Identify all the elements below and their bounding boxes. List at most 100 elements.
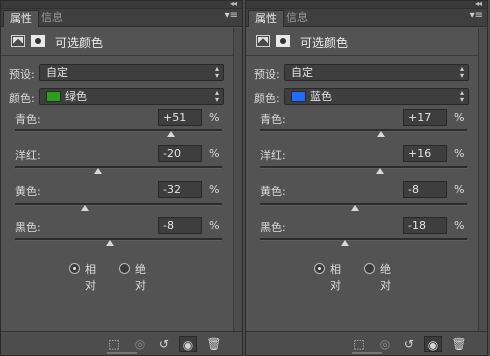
color-value: 绿色: [65, 90, 87, 103]
percent-unit: %: [454, 111, 465, 124]
percent-unit: %: [209, 183, 220, 196]
cyan-slider-track[interactable]: [15, 129, 222, 137]
preset-value: 自定: [46, 66, 68, 79]
black-value-input[interactable]: -8: [158, 217, 202, 234]
cyan-value-input[interactable]: +51: [158, 109, 202, 126]
cyan-label: 青色:: [260, 113, 286, 126]
colors-dropdown[interactable]: 蓝色 ▴ ▾: [284, 88, 469, 105]
panel-scrollbar[interactable]: [233, 28, 242, 331]
yellow-value-input[interactable]: -8: [403, 181, 447, 198]
absolute-radio[interactable]: [364, 263, 375, 274]
magenta-label: 洋红:: [260, 149, 286, 162]
colors-label: 颜色:: [9, 92, 35, 105]
clip-to-layer-icon[interactable]: ⬚: [350, 336, 368, 352]
selective-color-icon[interactable]: [256, 35, 270, 47]
relative-radio[interactable]: [314, 263, 325, 274]
yellow-slider-track[interactable]: [15, 203, 222, 211]
slider-thumb[interactable]: [351, 205, 360, 211]
cyan-slider-track[interactable]: [260, 129, 467, 137]
trash-icon[interactable]: 🗑: [450, 336, 468, 352]
resize-grip[interactable]: [351, 352, 382, 354]
magenta-value-input[interactable]: -20: [158, 145, 202, 162]
black-label: 黑色:: [260, 221, 286, 234]
black-slider-track[interactable]: [15, 238, 222, 246]
panel-footer: ⬚ ◎ ↺ ◉ 🗑: [246, 331, 487, 355]
slider-thumb[interactable]: [81, 205, 90, 211]
dropdown-arrows-icon: ▴ ▾: [459, 64, 464, 80]
tab-properties[interactable]: 属性: [3, 10, 39, 27]
percent-unit: %: [209, 219, 220, 232]
relative-label[interactable]: 相对: [330, 261, 341, 293]
view-previous-state-icon[interactable]: ◎: [131, 336, 149, 352]
adjustment-header: 可选颜色: [246, 28, 487, 56]
tab-bar: 属性 信息 ▾≡: [246, 9, 487, 27]
tab-info[interactable]: 信息: [280, 10, 314, 27]
magenta-label: 洋红:: [15, 149, 41, 162]
dropdown-arrows-icon: ▴ ▾: [214, 88, 219, 104]
cyan-value-input[interactable]: +17: [403, 109, 447, 126]
preset-dropdown[interactable]: 自定 ▴ ▾: [284, 64, 469, 81]
dropdown-arrows-icon: ▴ ▾: [459, 88, 464, 104]
selective-color-icon[interactable]: [11, 35, 25, 47]
layer-mask-icon[interactable]: [31, 35, 45, 47]
preset-value: 自定: [291, 66, 313, 79]
yellow-label: 黄色:: [15, 185, 41, 198]
yellow-slider-track[interactable]: [260, 203, 467, 211]
visibility-eye-icon[interactable]: ◉: [424, 336, 442, 352]
reset-icon[interactable]: ↺: [400, 336, 418, 352]
slider-thumb[interactable]: [93, 168, 102, 174]
panel-footer: ⬚ ◎ ↺ ◉ 🗑: [1, 331, 242, 355]
view-previous-state-icon[interactable]: ◎: [376, 336, 394, 352]
black-slider-track[interactable]: [260, 238, 467, 246]
visibility-eye-icon[interactable]: ◉: [179, 336, 197, 352]
relative-label[interactable]: 相对: [85, 261, 96, 293]
tab-properties[interactable]: 属性: [248, 10, 284, 27]
reset-icon[interactable]: ↺: [155, 336, 173, 352]
magenta-slider-track[interactable]: [15, 166, 222, 174]
adjustment-title: 可选颜色: [55, 36, 104, 50]
color-value: 蓝色: [310, 90, 332, 103]
magenta-value-input[interactable]: +16: [403, 145, 447, 162]
percent-unit: %: [209, 147, 220, 160]
slider-thumb[interactable]: [377, 131, 386, 137]
properties-panel-green: ◂◂ 属性 信息 ▾≡ 可选颜色 预设: 自定 ▴ ▾ 颜色: 绿色 ▴ ▾ 青色:…: [0, 0, 243, 356]
adjustment-title: 可选颜色: [300, 36, 349, 50]
dropdown-arrows-icon: ▴ ▾: [214, 64, 219, 80]
slider-thumb[interactable]: [106, 240, 115, 246]
cyan-label: 青色:: [15, 113, 41, 126]
panel-menu-icon[interactable]: ▾≡: [225, 10, 238, 21]
colors-dropdown[interactable]: 绿色 ▴ ▾: [39, 88, 224, 105]
relative-radio[interactable]: [69, 263, 80, 274]
slider-thumb[interactable]: [376, 168, 385, 174]
yellow-label: 黄色:: [260, 185, 286, 198]
tab-bar: 属性 信息 ▾≡: [1, 9, 242, 27]
slider-thumb[interactable]: [340, 240, 349, 246]
black-value-input[interactable]: -18: [403, 217, 447, 234]
double-chevron-left-icon[interactable]: ◂◂: [230, 0, 237, 8]
clip-to-layer-icon[interactable]: ⬚: [105, 336, 123, 352]
slider-thumb[interactable]: [167, 131, 176, 137]
panel-menu-icon[interactable]: ▾≡: [470, 10, 483, 21]
tab-info[interactable]: 信息: [35, 10, 69, 27]
preset-dropdown[interactable]: 自定 ▴ ▾: [39, 64, 224, 81]
black-label: 黑色:: [15, 221, 41, 234]
yellow-value-input[interactable]: -32: [158, 181, 202, 198]
adjustment-header: 可选颜色: [1, 28, 242, 56]
percent-unit: %: [209, 111, 220, 124]
magenta-slider-track[interactable]: [260, 166, 467, 174]
panel-scrollbar[interactable]: [478, 28, 487, 331]
color-swatch: [46, 91, 61, 102]
panel-top-strip: ◂◂: [246, 0, 487, 9]
absolute-label[interactable]: 绝对: [135, 261, 146, 293]
resize-grip[interactable]: [106, 352, 137, 354]
layer-mask-icon[interactable]: [276, 35, 290, 47]
percent-unit: %: [454, 183, 465, 196]
absolute-label[interactable]: 绝对: [380, 261, 391, 293]
percent-unit: %: [454, 147, 465, 160]
preset-label: 预设:: [254, 68, 280, 81]
trash-icon[interactable]: 🗑: [205, 336, 223, 352]
double-chevron-left-icon[interactable]: ◂◂: [475, 0, 482, 8]
absolute-radio[interactable]: [119, 263, 130, 274]
preset-label: 预设:: [9, 68, 35, 81]
percent-unit: %: [454, 219, 465, 232]
